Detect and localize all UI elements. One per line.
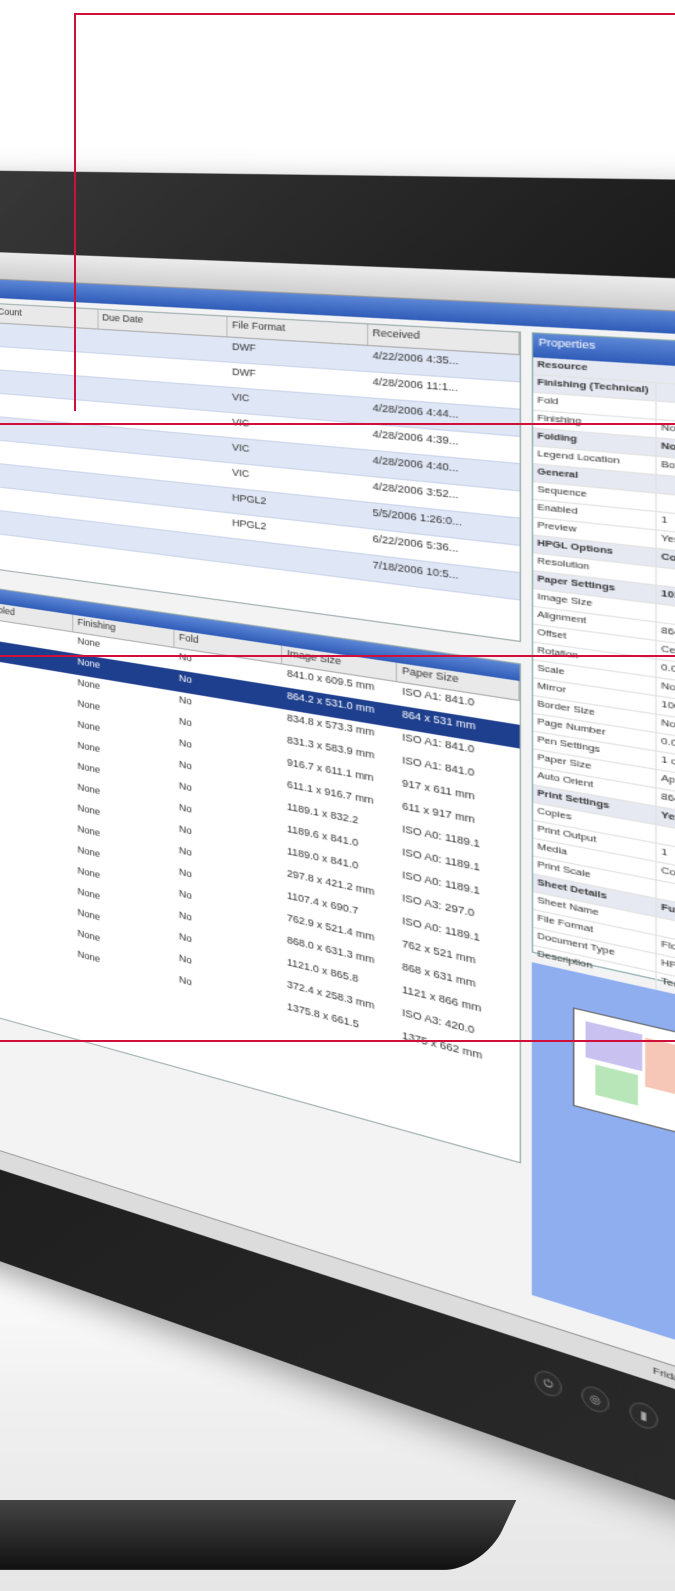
sheet-grid[interactable]: Enabled Finishing Fold Image Size Paper Size…: [0, 585, 521, 1163]
callout-line-vertical: [74, 13, 76, 411]
job-grid[interactable]: Set CountDue DateFile FormatReceived1DWF…: [0, 302, 521, 642]
callout-line-3: [0, 1040, 675, 1042]
menu-icon: ▮: [629, 1399, 658, 1433]
power-icon: ⏻: [535, 1367, 562, 1400]
monitor-stand: [0, 1500, 516, 1570]
properties-panel[interactable]: Properties Resource Finishing (Technical) F…: [532, 332, 675, 1009]
drawing-thumbnail[interactable]: [573, 1007, 675, 1148]
callout-line-top: [74, 13, 675, 15]
preview-panel: [532, 962, 675, 1374]
callout-line-1: [0, 423, 675, 425]
callout-line-2: [0, 655, 675, 657]
source-icon: ◎: [581, 1383, 609, 1417]
screen: _ □ × Set CountDue DateFile FormatReceiv…: [0, 251, 675, 1427]
status-date: Friday, July 14, 2006: [653, 1365, 675, 1412]
